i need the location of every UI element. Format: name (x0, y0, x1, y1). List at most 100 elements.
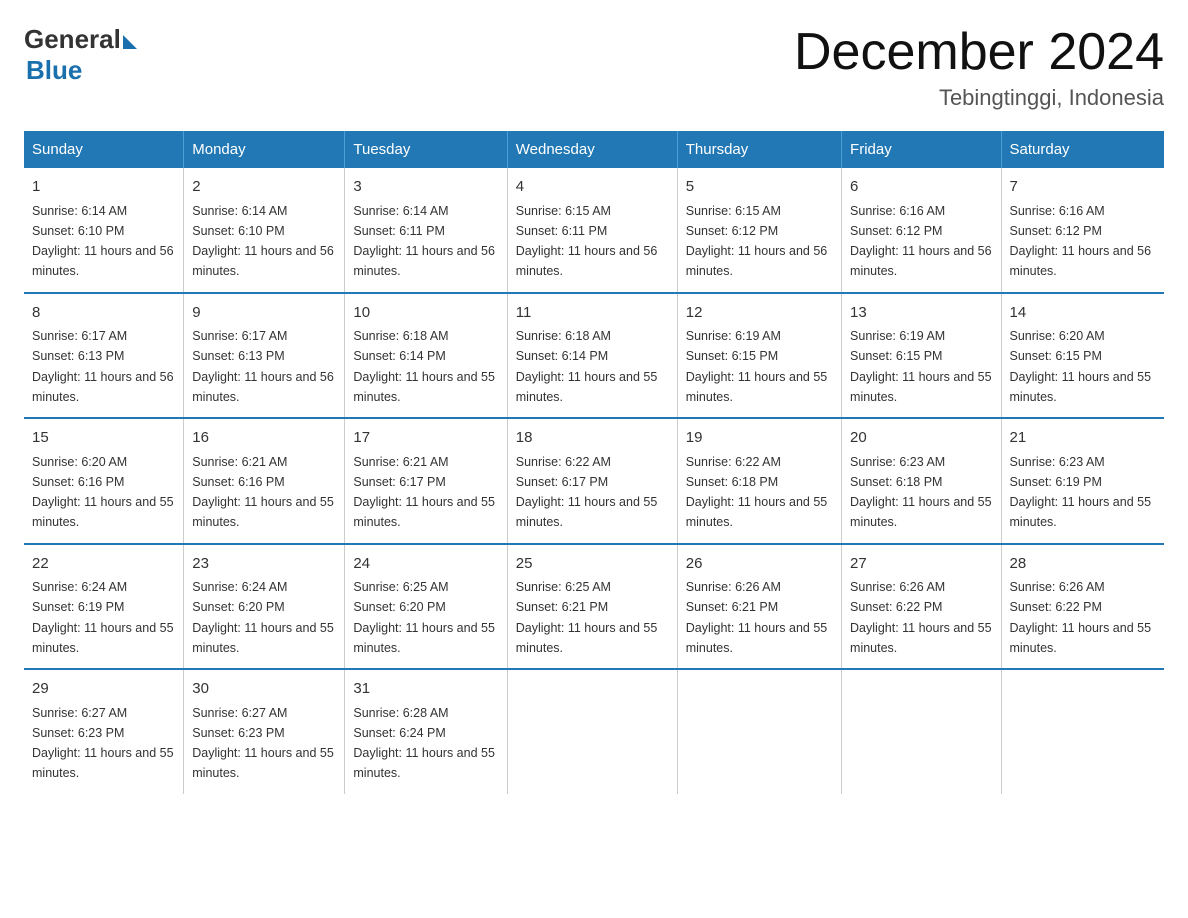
col-header-thursday: Thursday (677, 131, 841, 168)
day-number: 13 (850, 302, 992, 325)
day-info: Sunrise: 6:21 AMSunset: 6:16 PMDaylight:… (192, 455, 334, 530)
day-info: Sunrise: 6:14 AMSunset: 6:11 PMDaylight:… (353, 204, 495, 279)
calendar-cell: 16 Sunrise: 6:21 AMSunset: 6:16 PMDayligh… (184, 418, 345, 544)
day-number: 24 (353, 553, 498, 576)
day-info: Sunrise: 6:27 AMSunset: 6:23 PMDaylight:… (192, 706, 334, 781)
day-info: Sunrise: 6:24 AMSunset: 6:20 PMDaylight:… (192, 580, 334, 655)
day-info: Sunrise: 6:22 AMSunset: 6:18 PMDaylight:… (686, 455, 828, 530)
day-number: 1 (32, 176, 175, 199)
logo-arrow-icon (123, 35, 137, 49)
day-info: Sunrise: 6:21 AMSunset: 6:17 PMDaylight:… (353, 455, 495, 530)
day-number: 25 (516, 553, 669, 576)
day-info: Sunrise: 6:14 AMSunset: 6:10 PMDaylight:… (32, 204, 174, 279)
day-info: Sunrise: 6:25 AMSunset: 6:20 PMDaylight:… (353, 580, 495, 655)
day-info: Sunrise: 6:20 AMSunset: 6:16 PMDaylight:… (32, 455, 174, 530)
calendar-cell (1001, 669, 1164, 794)
day-number: 11 (516, 302, 669, 325)
day-number: 19 (686, 427, 833, 450)
day-number: 14 (1010, 302, 1156, 325)
day-info: Sunrise: 6:23 AMSunset: 6:19 PMDaylight:… (1010, 455, 1152, 530)
calendar-cell: 4Sunrise: 6:15 AMSunset: 6:11 PMDaylight… (507, 168, 677, 293)
week-row-3: 15 Sunrise: 6:20 AMSunset: 6:16 PMDayligh… (24, 418, 1164, 544)
day-info: Sunrise: 6:18 AMSunset: 6:14 PMDaylight:… (353, 329, 495, 404)
calendar-cell: 26 Sunrise: 6:26 AMSunset: 6:21 PMDayligh… (677, 544, 841, 670)
calendar-body: 1 Sunrise: 6:14 AMSunset: 6:10 PMDaylight… (24, 168, 1164, 794)
subtitle: Tebingtinggi, Indonesia (794, 85, 1164, 111)
day-number: 26 (686, 553, 833, 576)
calendar-cell: 30Sunrise: 6:27 AMSunset: 6:23 PMDayligh… (184, 669, 345, 794)
day-info: Sunrise: 6:26 AMSunset: 6:21 PMDaylight:… (686, 580, 828, 655)
calendar-cell: 22Sunrise: 6:24 AMSunset: 6:19 PMDayligh… (24, 544, 184, 670)
calendar-cell: 7 Sunrise: 6:16 AMSunset: 6:12 PMDaylight… (1001, 168, 1164, 293)
calendar-cell: 20 Sunrise: 6:23 AMSunset: 6:18 PMDayligh… (842, 418, 1001, 544)
day-number: 16 (192, 427, 336, 450)
logo-general-text: General (24, 24, 121, 55)
calendar-cell: 9 Sunrise: 6:17 AMSunset: 6:13 PMDaylight… (184, 293, 345, 419)
day-number: 9 (192, 302, 336, 325)
calendar-cell: 21 Sunrise: 6:23 AMSunset: 6:19 PMDayligh… (1001, 418, 1164, 544)
calendar-table: SundayMondayTuesdayWednesdayThursdayFrid… (24, 131, 1164, 794)
calendar-cell (842, 669, 1001, 794)
day-info: Sunrise: 6:15 AMSunset: 6:12 PMDaylight:… (686, 204, 828, 279)
logo-blue-text: Blue (26, 55, 82, 86)
day-info: Sunrise: 6:20 AMSunset: 6:15 PMDaylight:… (1010, 329, 1152, 404)
col-header-monday: Monday (184, 131, 345, 168)
day-number: 8 (32, 302, 175, 325)
day-info: Sunrise: 6:27 AMSunset: 6:23 PMDaylight:… (32, 706, 174, 781)
day-info: Sunrise: 6:26 AMSunset: 6:22 PMDaylight:… (1010, 580, 1152, 655)
calendar-cell: 15 Sunrise: 6:20 AMSunset: 6:16 PMDayligh… (24, 418, 184, 544)
calendar-cell: 10 Sunrise: 6:18 AMSunset: 6:14 PMDayligh… (345, 293, 507, 419)
day-number: 27 (850, 553, 992, 576)
day-number: 21 (1010, 427, 1156, 450)
day-number: 18 (516, 427, 669, 450)
calendar-cell: 24 Sunrise: 6:25 AMSunset: 6:20 PMDayligh… (345, 544, 507, 670)
title-block: December 2024 Tebingtinggi, Indonesia (794, 24, 1164, 111)
calendar-cell: 19 Sunrise: 6:22 AMSunset: 6:18 PMDayligh… (677, 418, 841, 544)
col-header-saturday: Saturday (1001, 131, 1164, 168)
day-info: Sunrise: 6:28 AMSunset: 6:24 PMDaylight:… (353, 706, 495, 781)
calendar-cell: 29 Sunrise: 6:27 AMSunset: 6:23 PMDayligh… (24, 669, 184, 794)
calendar-cell: 28Sunrise: 6:26 AMSunset: 6:22 PMDayligh… (1001, 544, 1164, 670)
day-number: 3 (353, 176, 498, 199)
day-number: 17 (353, 427, 498, 450)
day-info: Sunrise: 6:17 AMSunset: 6:13 PMDaylight:… (192, 329, 334, 404)
day-number: 31 (353, 678, 498, 701)
day-number: 20 (850, 427, 992, 450)
page-title: December 2024 (794, 24, 1164, 81)
calendar-cell: 25Sunrise: 6:25 AMSunset: 6:21 PMDayligh… (507, 544, 677, 670)
calendar-cell (677, 669, 841, 794)
calendar-cell: 1 Sunrise: 6:14 AMSunset: 6:10 PMDaylight… (24, 168, 184, 293)
day-number: 7 (1010, 176, 1156, 199)
day-number: 29 (32, 678, 175, 701)
day-info: Sunrise: 6:17 AMSunset: 6:13 PMDaylight:… (32, 329, 174, 404)
day-number: 6 (850, 176, 992, 199)
week-row-2: 8 Sunrise: 6:17 AMSunset: 6:13 PMDaylight… (24, 293, 1164, 419)
day-info: Sunrise: 6:22 AMSunset: 6:17 PMDaylight:… (516, 455, 658, 530)
calendar-cell: 3 Sunrise: 6:14 AMSunset: 6:11 PMDaylight… (345, 168, 507, 293)
day-number: 5 (686, 176, 833, 199)
day-info: Sunrise: 6:15 AMSunset: 6:11 PMDaylight:… (516, 204, 658, 279)
week-row-1: 1 Sunrise: 6:14 AMSunset: 6:10 PMDaylight… (24, 168, 1164, 293)
week-row-4: 22Sunrise: 6:24 AMSunset: 6:19 PMDayligh… (24, 544, 1164, 670)
day-info: Sunrise: 6:26 AMSunset: 6:22 PMDaylight:… (850, 580, 992, 655)
day-info: Sunrise: 6:16 AMSunset: 6:12 PMDaylight:… (1010, 204, 1152, 279)
calendar-cell: 6 Sunrise: 6:16 AMSunset: 6:12 PMDaylight… (842, 168, 1001, 293)
calendar-cell: 31 Sunrise: 6:28 AMSunset: 6:24 PMDayligh… (345, 669, 507, 794)
calendar-cell: 13Sunrise: 6:19 AMSunset: 6:15 PMDayligh… (842, 293, 1001, 419)
calendar-cell: 2Sunrise: 6:14 AMSunset: 6:10 PMDaylight… (184, 168, 345, 293)
calendar-cell: 27 Sunrise: 6:26 AMSunset: 6:22 PMDayligh… (842, 544, 1001, 670)
day-info: Sunrise: 6:16 AMSunset: 6:12 PMDaylight:… (850, 204, 992, 279)
calendar-cell: 11Sunrise: 6:18 AMSunset: 6:14 PMDayligh… (507, 293, 677, 419)
day-number: 2 (192, 176, 336, 199)
day-number: 10 (353, 302, 498, 325)
calendar-cell (507, 669, 677, 794)
calendar-cell: 17 Sunrise: 6:21 AMSunset: 6:17 PMDayligh… (345, 418, 507, 544)
day-number: 23 (192, 553, 336, 576)
day-number: 12 (686, 302, 833, 325)
calendar-cell: 18 Sunrise: 6:22 AMSunset: 6:17 PMDayligh… (507, 418, 677, 544)
day-info: Sunrise: 6:23 AMSunset: 6:18 PMDaylight:… (850, 455, 992, 530)
week-row-5: 29 Sunrise: 6:27 AMSunset: 6:23 PMDayligh… (24, 669, 1164, 794)
day-number: 15 (32, 427, 175, 450)
day-info: Sunrise: 6:24 AMSunset: 6:19 PMDaylight:… (32, 580, 174, 655)
col-header-friday: Friday (842, 131, 1001, 168)
